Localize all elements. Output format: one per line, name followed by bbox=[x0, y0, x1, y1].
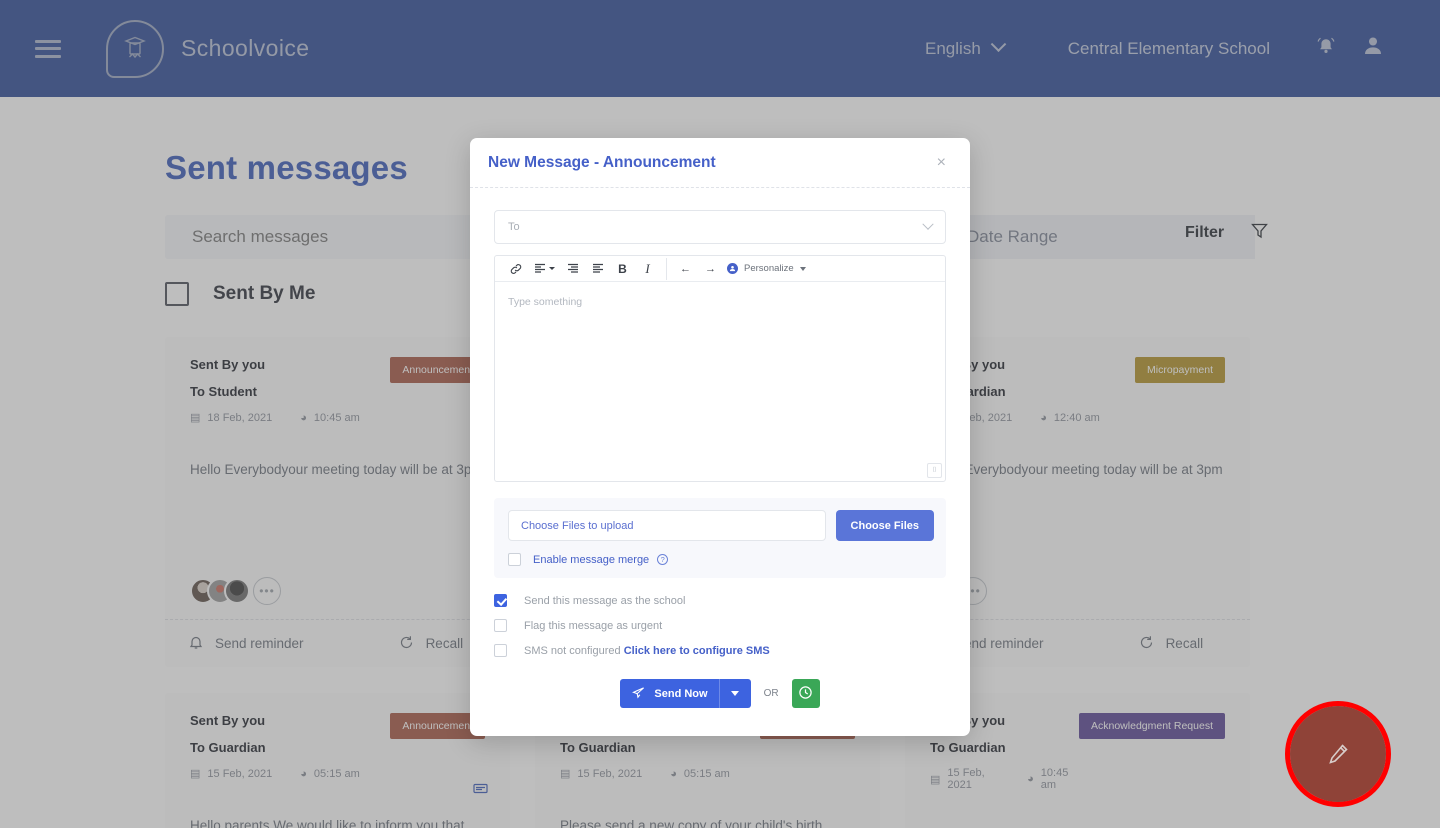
message-editor: B I ← → Personalize Type something ⌷ bbox=[494, 255, 946, 482]
personalize-dropdown[interactable]: Personalize bbox=[727, 263, 806, 274]
italic-button[interactable]: I bbox=[635, 258, 660, 280]
link-icon[interactable] bbox=[503, 258, 528, 280]
choose-files-button[interactable]: Choose Files bbox=[835, 510, 934, 541]
redo-button[interactable]: → bbox=[698, 258, 723, 280]
enable-merge-row[interactable]: Enable message merge ? bbox=[508, 553, 934, 566]
send-plane-icon bbox=[632, 686, 645, 702]
personalize-label: Personalize bbox=[744, 263, 794, 274]
flag-urgent-label: Flag this message as urgent bbox=[524, 619, 663, 632]
modal-footer: Send Now OR bbox=[494, 679, 946, 728]
app-root: Schoolvoice English Central Elementary S… bbox=[0, 0, 1440, 828]
option-send-as-school[interactable]: Send this message as the school bbox=[494, 594, 946, 607]
flag-urgent-checkbox[interactable] bbox=[494, 619, 507, 632]
send-as-school-label: Send this message as the school bbox=[524, 594, 686, 607]
send-now-button[interactable]: Send Now bbox=[620, 679, 751, 708]
personalize-icon bbox=[727, 263, 738, 274]
send-as-school-checkbox[interactable] bbox=[494, 594, 507, 607]
close-icon[interactable]: × bbox=[937, 154, 946, 171]
compose-fab-button[interactable] bbox=[1290, 706, 1386, 802]
recipient-placeholder: To bbox=[508, 221, 520, 233]
new-message-modal: New Message - Announcement × To B I ← → … bbox=[470, 138, 970, 736]
recipient-select[interactable]: To bbox=[494, 210, 946, 244]
chevron-down-icon bbox=[922, 218, 934, 230]
sms-checkbox[interactable] bbox=[494, 644, 507, 657]
clock-icon bbox=[798, 685, 813, 703]
bold-button[interactable]: B bbox=[610, 258, 635, 280]
or-label: OR bbox=[763, 688, 779, 699]
configure-sms-link[interactable]: Click here to configure SMS bbox=[624, 645, 770, 657]
option-sms[interactable]: SMS not configured Click here to configu… bbox=[494, 644, 946, 657]
modal-body: To B I ← → Personalize Type something ⌷ … bbox=[470, 188, 970, 736]
enable-merge-checkbox[interactable] bbox=[508, 553, 521, 566]
message-textarea[interactable]: Type something bbox=[495, 282, 945, 481]
resize-handle-icon[interactable]: ⌷ bbox=[927, 463, 942, 478]
editor-toolbar: B I ← → Personalize bbox=[495, 256, 945, 282]
file-upload-input[interactable]: Choose Files to upload bbox=[508, 510, 826, 541]
file-upload-panel: Choose Files to upload Choose Files Enab… bbox=[494, 498, 946, 578]
send-now-label: Send Now bbox=[654, 687, 708, 700]
caret-down-icon bbox=[799, 266, 806, 271]
modal-title: New Message - Announcement bbox=[488, 153, 716, 171]
schedule-send-button[interactable] bbox=[791, 679, 820, 708]
enable-merge-label: Enable message merge bbox=[533, 553, 650, 566]
message-options: Send this message as the school Flag thi… bbox=[494, 594, 946, 657]
indent-icon[interactable] bbox=[585, 258, 610, 280]
modal-header: New Message - Announcement × bbox=[470, 138, 970, 188]
outdent-icon[interactable] bbox=[560, 258, 585, 280]
help-icon[interactable]: ? bbox=[657, 554, 669, 566]
align-left-icon[interactable] bbox=[528, 258, 560, 280]
toolbar-divider bbox=[666, 257, 667, 280]
undo-button[interactable]: ← bbox=[673, 258, 698, 280]
sms-label: SMS not configured bbox=[524, 644, 621, 657]
send-options-caret-icon[interactable] bbox=[730, 691, 739, 696]
option-flag-urgent[interactable]: Flag this message as urgent bbox=[494, 619, 946, 632]
